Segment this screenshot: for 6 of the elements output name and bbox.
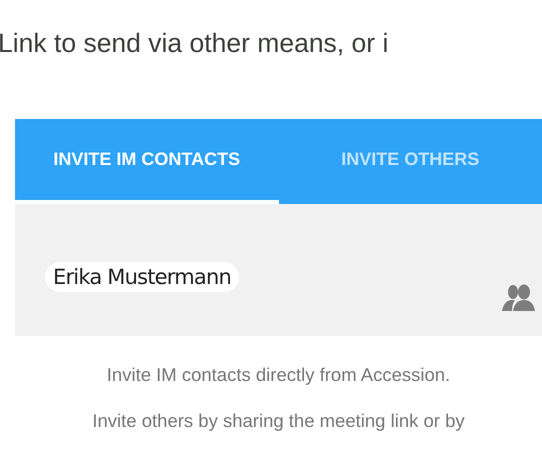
hint-text: Invite IM contacts directly from Accession. (106, 364, 452, 386)
contact-chip[interactable]: Erika Mustermann (45, 262, 240, 292)
hint-text: Invite others by sharing the meeting link or by (91, 410, 466, 432)
contacts-icon[interactable] (500, 284, 536, 312)
intro-text: Link to send via other means, or i (0, 27, 390, 60)
contacts-field[interactable]: Erika Mustermann (15, 204, 542, 336)
